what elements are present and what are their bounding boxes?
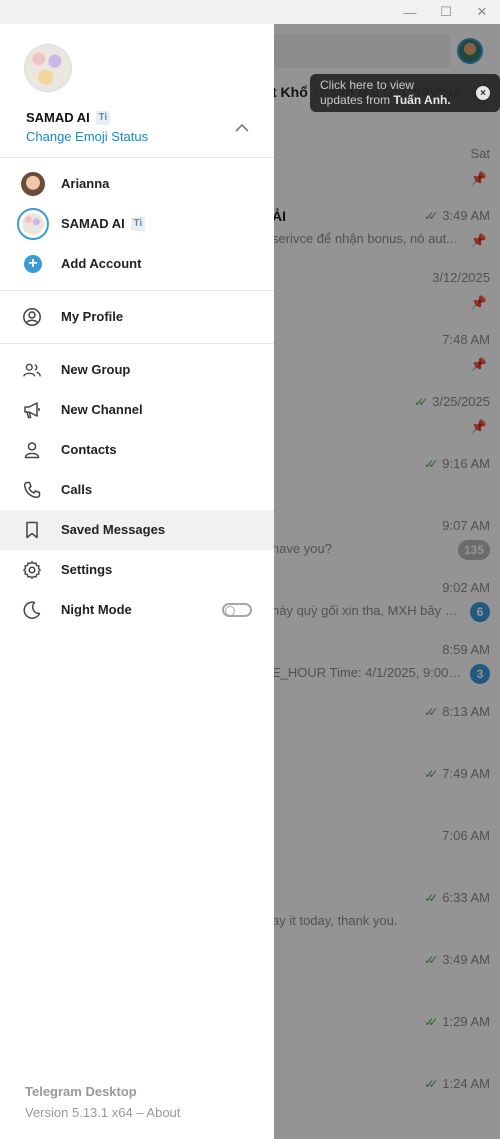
new-channel-item[interactable]: New Channel xyxy=(0,390,274,430)
my-profile-label: My Profile xyxy=(61,309,124,324)
user-name: SAMAD AI xyxy=(26,110,90,125)
add-account-label: Add Account xyxy=(61,256,142,271)
tooltip-line2: updates from Tuấn Anh. xyxy=(320,93,490,108)
profile-icon xyxy=(22,307,42,327)
moon-icon xyxy=(22,600,42,620)
saved-messages-item[interactable]: Saved Messages xyxy=(0,510,274,550)
chevron-up-icon[interactable] xyxy=(234,120,250,136)
divider xyxy=(0,157,274,158)
bookmark-icon xyxy=(22,520,42,540)
close-icon: × xyxy=(480,87,486,99)
avatar xyxy=(21,172,45,196)
change-emoji-status-link[interactable]: Change Emoji Status xyxy=(26,129,148,144)
user-name-row: SAMAD AI Ti xyxy=(26,110,110,125)
minimize-button[interactable]: — xyxy=(392,0,428,24)
maximize-button[interactable]: ☐ xyxy=(428,0,464,24)
close-window-button[interactable]: ✕ xyxy=(464,0,500,24)
maximize-icon: ☐ xyxy=(440,4,452,19)
new-group-label: New Group xyxy=(61,362,131,377)
saved-messages-label: Saved Messages xyxy=(61,522,166,537)
tooltip-prefix: updates from xyxy=(320,93,394,107)
divider xyxy=(0,290,274,291)
user-avatar[interactable] xyxy=(24,44,72,92)
side-menu: SAMAD AI Ti Change Emoji Status Arianna … xyxy=(0,24,274,1139)
account-item-arianna[interactable]: Arianna xyxy=(0,164,274,204)
night-mode-label: Night Mode xyxy=(61,602,132,617)
phone-icon xyxy=(22,480,42,500)
app-name: Telegram Desktop xyxy=(25,1084,137,1099)
settings-item[interactable]: Settings xyxy=(0,550,274,590)
minimize-icon: — xyxy=(403,4,417,20)
tooltip-line1: Click here to view xyxy=(320,78,415,92)
version-about-link[interactable]: Version 5.13.1 x64 – About xyxy=(25,1105,180,1120)
tooltip-close-button[interactable]: × xyxy=(476,86,490,100)
window-titlebar: — ☐ ✕ xyxy=(0,0,500,24)
my-profile-item[interactable]: My Profile xyxy=(0,297,274,337)
settings-label: Settings xyxy=(61,562,113,577)
contact-person-icon xyxy=(22,440,42,460)
night-mode-item[interactable]: Night Mode xyxy=(0,590,274,630)
calls-item[interactable]: Calls xyxy=(0,470,274,510)
account-label: SAMAD AI xyxy=(61,216,125,231)
megaphone-icon xyxy=(22,400,42,420)
tooltip-name: Tuấn Anh. xyxy=(393,93,451,107)
contacts-item[interactable]: Contacts xyxy=(0,430,274,470)
avatar xyxy=(17,208,49,240)
calls-label: Calls xyxy=(61,482,93,497)
new-channel-label: New Channel xyxy=(61,402,143,417)
add-account-button[interactable]: + Add Account xyxy=(0,244,274,284)
account-label-row: SAMAD AI Ti xyxy=(61,216,145,231)
contacts-label: Contacts xyxy=(61,442,117,457)
new-group-item[interactable]: New Group xyxy=(0,350,274,390)
close-icon: ✕ xyxy=(476,4,488,19)
stories-tooltip: Click here to view updates from Tuấn Anh… xyxy=(310,74,500,112)
gear-icon xyxy=(22,560,42,580)
emoji-status-icon: Ti xyxy=(130,216,145,231)
account-item-samad[interactable]: SAMAD AI Ti xyxy=(0,204,274,244)
divider xyxy=(0,343,274,344)
account-label: Arianna xyxy=(61,176,110,191)
group-icon xyxy=(22,360,42,380)
plus-icon: + xyxy=(24,255,42,273)
night-mode-toggle[interactable] xyxy=(222,603,252,617)
emoji-status-icon[interactable]: Ti xyxy=(95,110,110,125)
